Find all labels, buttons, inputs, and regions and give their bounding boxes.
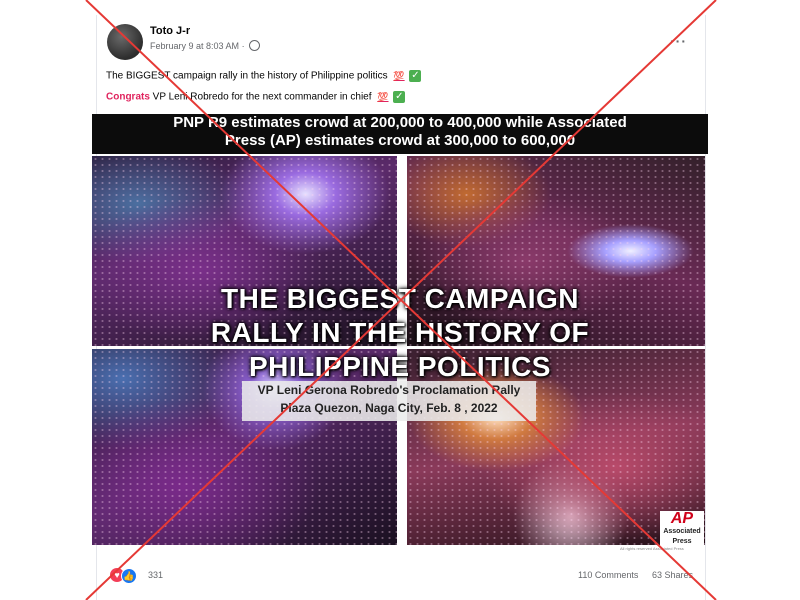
title-line-2: RALLY IN THE HISTORY OF [210, 317, 590, 348]
shares-count[interactable]: 63 Shares [652, 570, 693, 580]
reaction-count[interactable]: 331 [148, 570, 163, 580]
like-reaction-icon: 👍 [121, 568, 137, 584]
title-line-3: PHILIPPINE POLITICS [249, 351, 551, 382]
hundred-points-icon: 💯 [393, 70, 405, 81]
post-text: The BIGGEST campaign rally in the histor… [106, 70, 388, 82]
banner-line-1: PNP R9 estimates crowd at 200,000 to 400… [173, 114, 627, 131]
associated-press-logo: AP Associated Press [660, 511, 704, 545]
post-meta: February 9 at 8:03 AM · [150, 40, 261, 52]
congrats-text: Congrats [106, 91, 150, 103]
author-name[interactable]: Toto J-r [150, 25, 190, 37]
comments-count[interactable]: 110 Comments [578, 570, 638, 580]
more-options-button[interactable]: ··· [670, 33, 687, 49]
post-timestamp[interactable]: February 9 at 8:03 AM [150, 41, 239, 51]
ap-logo-mark: AP [670, 510, 694, 527]
post-text-line-1: The BIGGEST campaign rally in the histor… [106, 70, 422, 82]
post-footer: ♥ 👍 331 110 Comments 63 Shares [96, 560, 704, 590]
image-title: THE BIGGEST CAMPAIGN RALLY IN THE HISTOR… [150, 282, 650, 384]
check-mark-icon: ✓ [409, 70, 422, 82]
image-caption: VP Leni Gerona Robredo's Proclamation Ra… [242, 381, 536, 421]
post-text-line-2: Congrats VP Leni Robredo for the next co… [106, 91, 406, 103]
avatar[interactable] [107, 24, 143, 60]
check-mark-icon: ✓ [393, 91, 406, 103]
image-banner: PNP R9 estimates crowd at 200,000 to 400… [92, 114, 708, 154]
title-line-1: THE BIGGEST CAMPAIGN [221, 283, 579, 314]
rights-notice: All rights reserved Associated Press [620, 546, 684, 551]
hundred-points-icon: 💯 [377, 91, 389, 102]
banner-line-2: Press (AP) estimates crowd at 300,000 to… [224, 132, 576, 149]
ap-logo-text: Associated [663, 528, 701, 535]
globe-icon [249, 40, 261, 52]
post-text: VP Leni Robredo for the next commander i… [149, 91, 372, 103]
caption-line-1: VP Leni Gerona Robredo's Proclamation Ra… [257, 383, 521, 397]
caption-line-2: Plaza Quezon, Naga City, Feb. 8 , 2022 [280, 401, 498, 415]
